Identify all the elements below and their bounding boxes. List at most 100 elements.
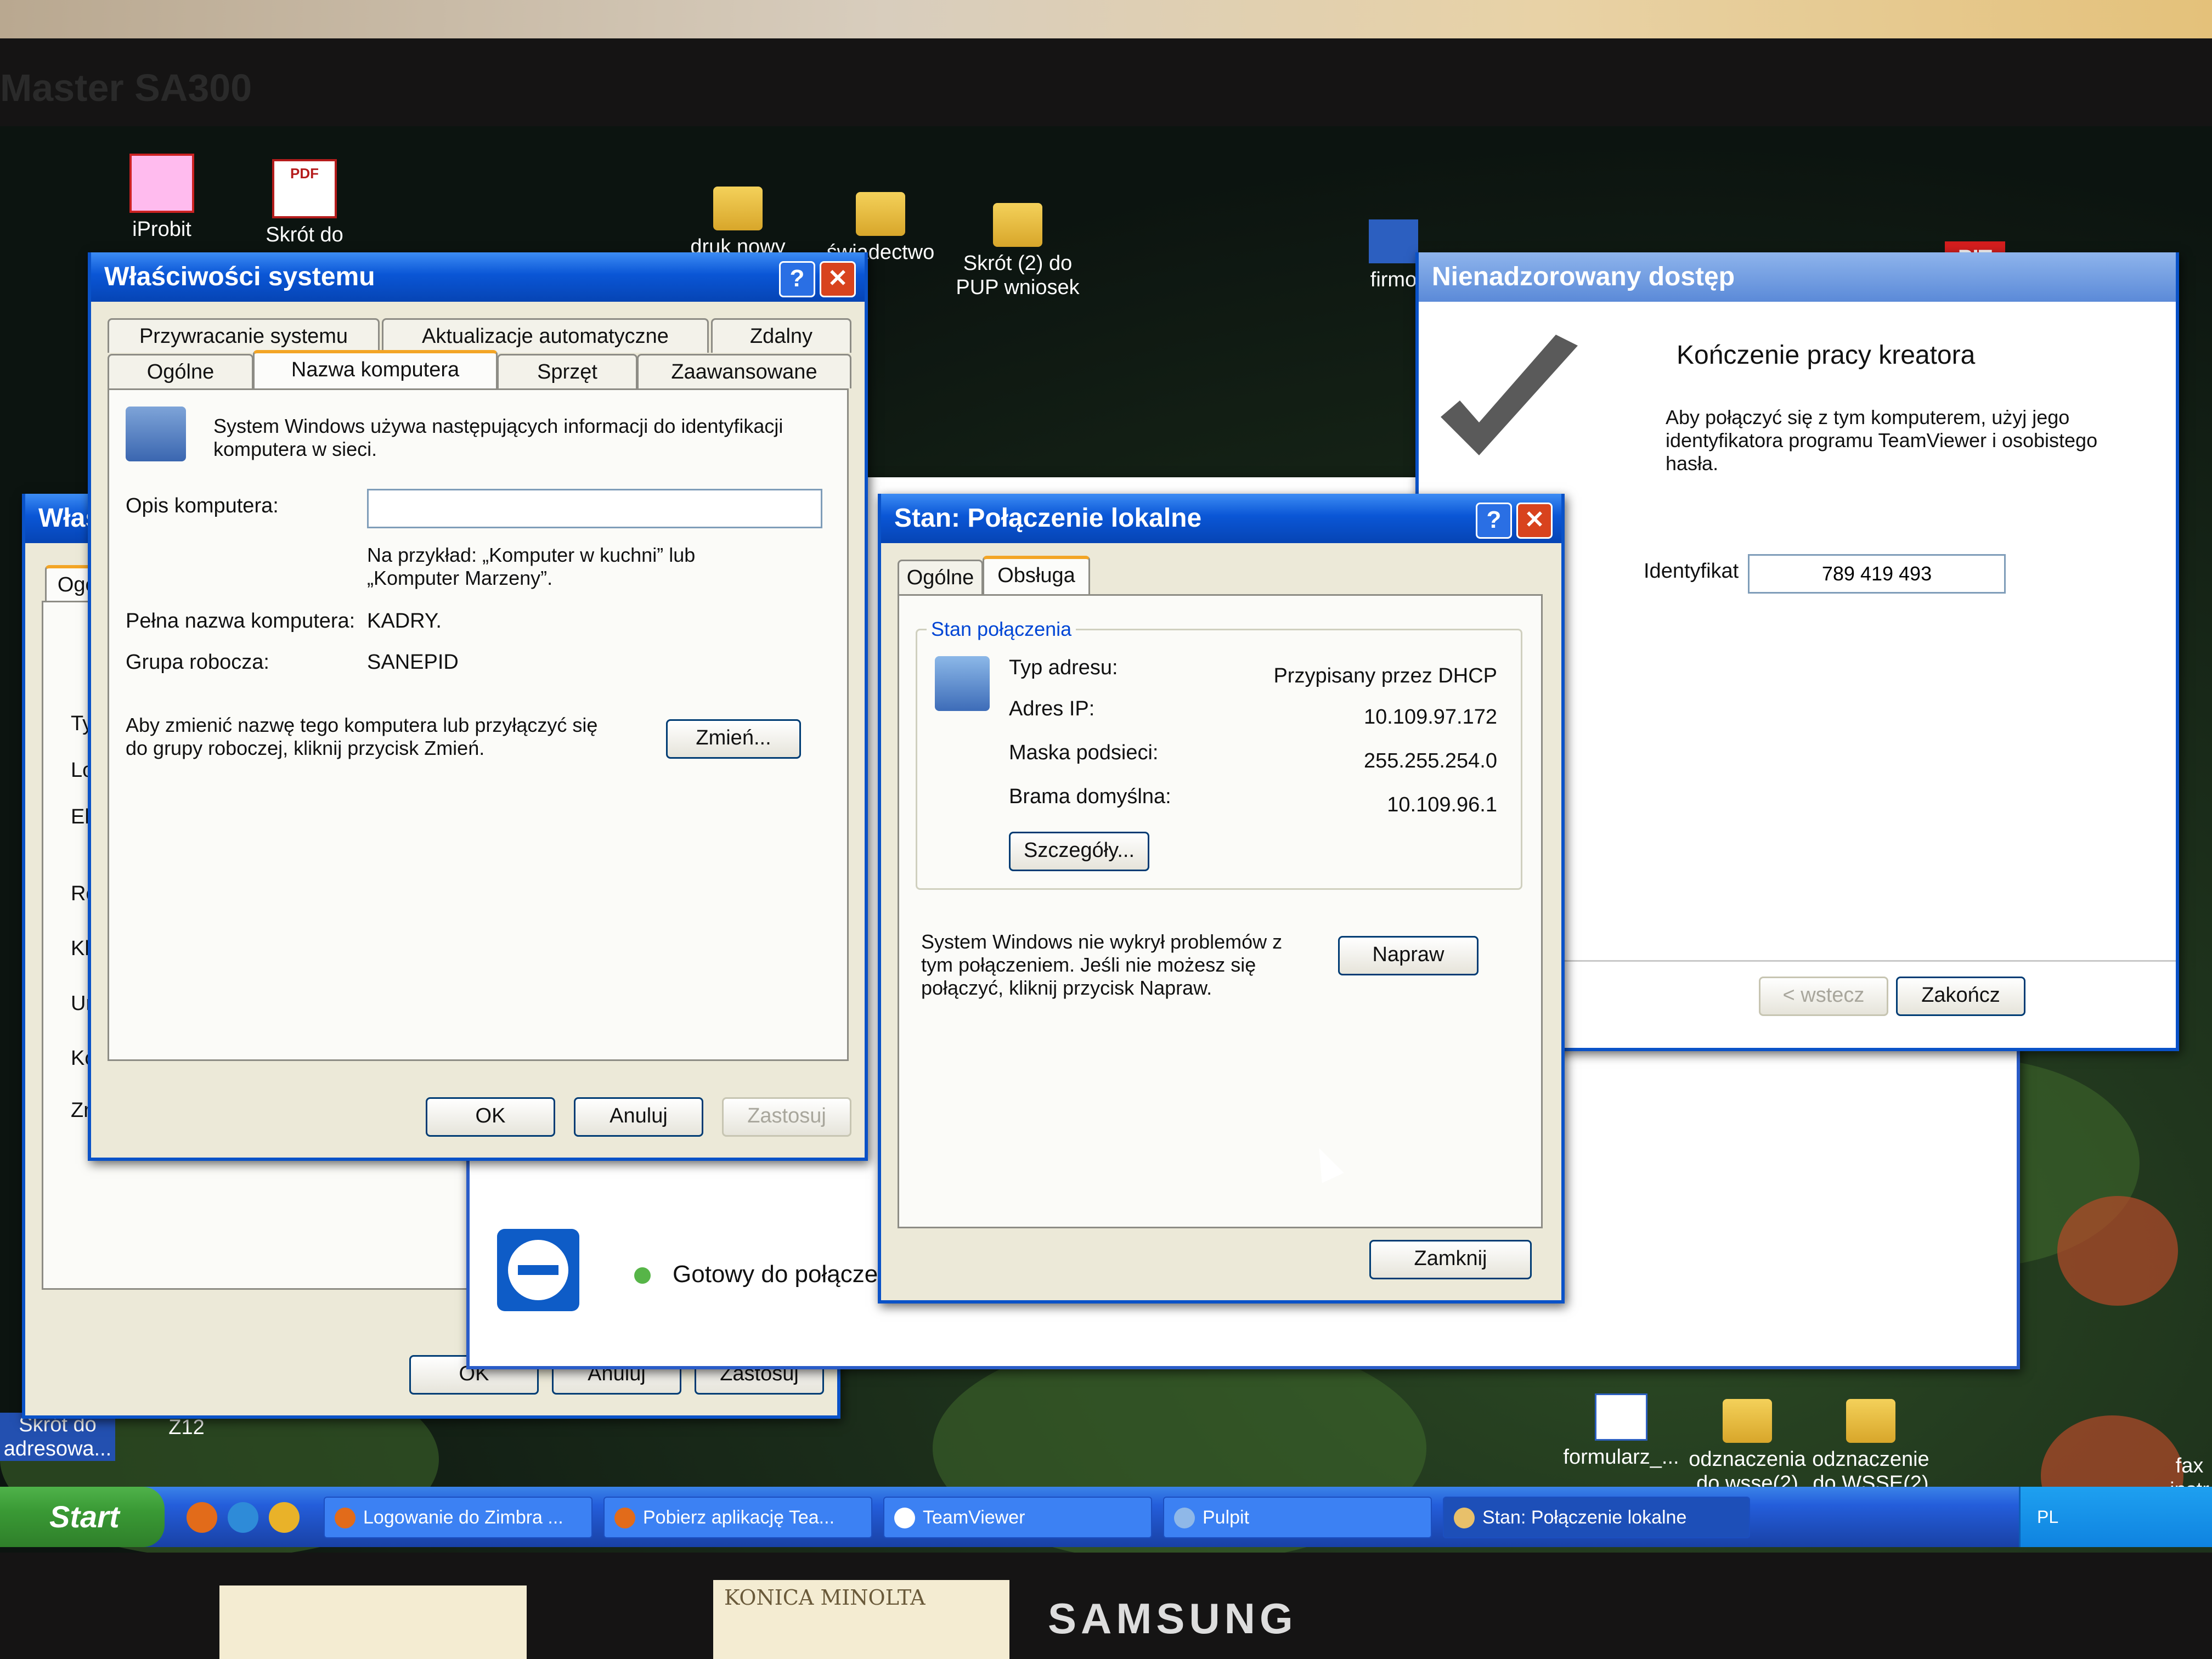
example-text: Na przykład: „Komputer w kuchni” lub „Ko… [367, 544, 696, 589]
checkmark-icon [1430, 324, 1594, 488]
gateway-label: Brama domyślna: [1009, 785, 1171, 808]
repair-button[interactable]: Napraw [1338, 936, 1479, 975]
desktop-icon-label: iProbit [132, 218, 191, 241]
desktop-icon-druk-nowy[interactable]: druk nowy [675, 187, 801, 259]
firefox-icon [614, 1508, 635, 1528]
desktop-icon-skrot-adresowa[interactable]: Skrót do adresowa... [0, 1413, 115, 1461]
desktop-icon-z12[interactable]: Z12 [143, 1415, 230, 1440]
folder-icon [1846, 1399, 1895, 1443]
folder-icon [713, 187, 763, 230]
intro-text: System Windows używa następujących infor… [213, 415, 783, 460]
sticky-note [219, 1585, 527, 1659]
tab-ogolne[interactable]: Ogólne [108, 354, 253, 388]
full-name-label: Pełna nazwa komputera: [126, 610, 356, 633]
tab-zdalny[interactable]: Zdalny [711, 318, 851, 353]
taskbar-item-pobierz[interactable]: Pobierz aplikację Tea... [603, 1497, 872, 1538]
ok-button[interactable]: OK [426, 1097, 555, 1137]
tab-sprzet[interactable]: Sprzęt [497, 354, 637, 388]
monitor-model-label: Master SA300 [0, 66, 252, 109]
taskbar-item-label: Pobierz aplikację Tea... [643, 1507, 835, 1528]
teamviewer-id-field[interactable] [1748, 554, 2006, 594]
repair-text: System Windows nie wykrył problemów z ty… [921, 930, 1283, 999]
desktop-icon-odznaczenia[interactable]: odznaczenia do wsse(2) [1684, 1399, 1810, 1496]
iprobit-icon [129, 154, 194, 213]
folder-icon [1174, 1508, 1195, 1528]
folder-icon [1723, 1399, 1772, 1443]
window-titlebar[interactable]: Nienadzorowany dostęp [1419, 252, 2176, 302]
workgroup-value: SANEPID [367, 651, 459, 674]
teamviewer-logo-icon [497, 1229, 579, 1311]
taskbar-item-label: Logowanie do Zimbra ... [363, 1507, 563, 1528]
back-button[interactable]: < wstecz [1759, 977, 1888, 1016]
taskbar-item-zimbra[interactable]: Logowanie do Zimbra ... [324, 1497, 592, 1538]
computer-icon [126, 407, 186, 461]
ie-quicklaunch-icon[interactable] [228, 1502, 258, 1533]
taskbar-item-label: Stan: Połączenie lokalne [1482, 1507, 1687, 1528]
computer-name-panel: System Windows używa następujących infor… [108, 388, 849, 1061]
ip-address-value: 10.109.97.172 [1363, 706, 1497, 729]
network-icon [1454, 1508, 1475, 1528]
wizard-heading: Kończenie pracy kreatora [1677, 341, 1976, 370]
media-quicklaunch-icon[interactable] [269, 1502, 300, 1533]
desktop-icon-formularz[interactable]: formularz_... [1558, 1393, 1684, 1469]
window-titlebar[interactable]: Stan: Połączenie lokalne ? ✕ [881, 494, 1561, 543]
network-icon [935, 656, 990, 711]
computer-description-input[interactable] [367, 489, 822, 528]
close-dialog-button[interactable]: Zamknij [1369, 1240, 1532, 1279]
tab-obsluga[interactable]: Obsługa [983, 556, 1090, 596]
firefox-quicklaunch-icon[interactable] [187, 1502, 217, 1533]
folder-shortcut-icon [993, 203, 1042, 247]
full-name-value: KADRY. [367, 610, 442, 633]
pdf-shortcut-icon: PDF [272, 159, 337, 218]
tab-zaawansowane[interactable]: Zaawansowane [637, 354, 851, 388]
workgroup-label: Grupa robocza: [126, 651, 269, 674]
desktop-icon-label: Skrót do [266, 223, 343, 246]
subnet-mask-value: 255.255.254.0 [1363, 749, 1497, 772]
help-button[interactable]: ? [779, 261, 815, 297]
desktop-icon-label: Skrót do adresowa... [3, 1413, 112, 1460]
system-properties-window[interactable]: Właściwości systemu ? ✕ Przywracanie sys… [88, 252, 868, 1161]
desktop-icon-label: Skrót (2) do PUP wniosek [956, 252, 1080, 299]
language-indicator[interactable]: PL [2037, 1507, 2058, 1527]
desktop-icon-odznaczenie[interactable]: odznaczenie do WSSE(2) [1808, 1399, 1934, 1496]
address-type-value: Przypisany przez DHCP [1273, 664, 1497, 687]
connection-status-window[interactable]: Stan: Połączenie lokalne ? ✕ Ogólne Obsł… [878, 494, 1565, 1304]
support-panel: Stan połączenia Typ adresu: Przypisany p… [898, 594, 1543, 1228]
wallpaper-flower [2057, 1196, 2178, 1306]
system-tray: PL [2019, 1487, 2212, 1547]
finish-button[interactable]: Zakończ [1896, 977, 2025, 1016]
tab-aktualizacje[interactable]: Aktualizacje automatyczne [382, 318, 709, 353]
desktop-icon-iprobit[interactable]: iProbit [99, 154, 225, 241]
word-document-icon [1595, 1393, 1647, 1441]
apply-button[interactable]: Zastosuj [722, 1097, 851, 1137]
desktop-icon-skrot-pdf[interactable]: PDF Skrót do [241, 159, 368, 247]
window-titlebar[interactable]: Właściwości systemu ? ✕ [91, 252, 865, 302]
cancel-button[interactable]: Anuluj [574, 1097, 703, 1137]
close-button[interactable]: ✕ [1516, 503, 1553, 539]
folder-icon [856, 192, 905, 236]
change-button[interactable]: Zmień... [666, 719, 801, 759]
taskbar-item-teamviewer[interactable]: TeamViewer [883, 1497, 1152, 1538]
taskbar-item-pulpit[interactable]: Pulpit [1163, 1497, 1432, 1538]
close-button[interactable]: ✕ [820, 261, 856, 297]
tab-przywracanie[interactable]: Przywracanie systemu [108, 318, 380, 353]
desktop-icon-label: formularz_... [1563, 1446, 1679, 1469]
word-document-icon [1369, 219, 1418, 263]
id-label: Identyfikat [1644, 560, 1739, 583]
rename-text: Aby zmienić nazwę tego komputera lub prz… [126, 714, 598, 759]
taskbar-item-connection-status[interactable]: Stan: Połączenie lokalne [1443, 1497, 1750, 1538]
subnet-mask-label: Maska podsieci: [1009, 741, 1159, 764]
status-dot-icon [634, 1267, 651, 1284]
details-button[interactable]: Szczegóły... [1009, 832, 1149, 871]
tab-ogolne[interactable]: Ogólne [898, 560, 983, 594]
taskbar-item-label: TeamViewer [923, 1507, 1025, 1528]
window-title: Właściwości systemu [104, 262, 375, 291]
start-button[interactable]: Start [0, 1487, 165, 1547]
gateway-value: 10.109.96.1 [1387, 793, 1497, 816]
desktop-icon-skrot2[interactable]: Skrót (2) do PUP wniosek [955, 203, 1081, 300]
description-label: Opis komputera: [126, 494, 279, 517]
tab-nazwa-komputera[interactable]: Nazwa komputera [253, 350, 498, 391]
desktop-icon-label: Z12 [168, 1416, 205, 1439]
group-label: Stan połączenia [927, 618, 1076, 641]
help-button[interactable]: ? [1476, 503, 1512, 539]
